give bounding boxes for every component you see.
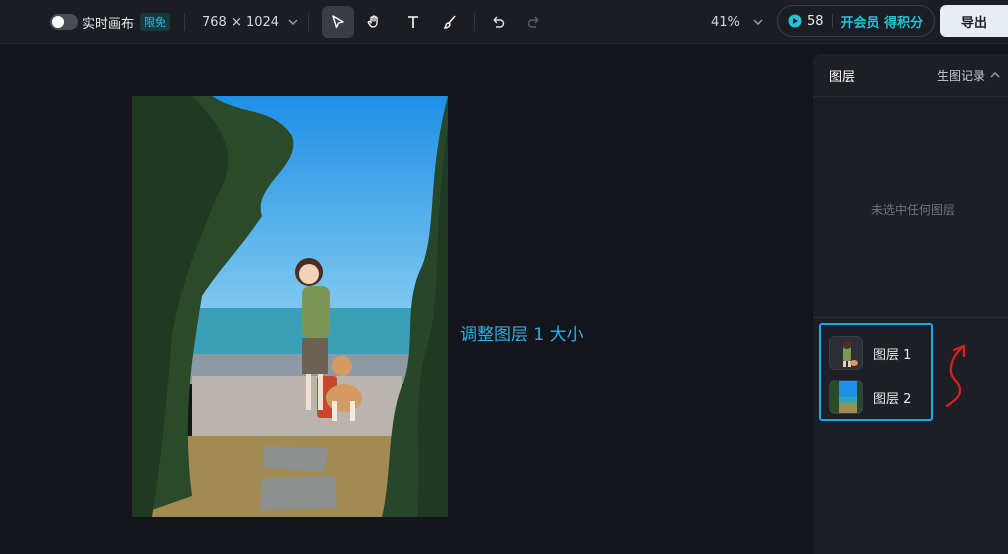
canvas-image[interactable]: [132, 96, 448, 517]
hand-tool-button[interactable]: [358, 6, 390, 38]
history-toggle[interactable]: 生图记录: [937, 67, 1001, 84]
panel-title: 图层: [829, 69, 856, 85]
layer-thumbnail: [829, 336, 863, 370]
zoom-value: 41%: [711, 14, 740, 30]
layer-item[interactable]: 图层 2: [829, 379, 929, 415]
toggle-switch[interactable]: [50, 14, 78, 30]
redo-button[interactable]: [518, 6, 550, 38]
text-tool-button[interactable]: [397, 6, 429, 38]
brush-tool-button[interactable]: [434, 6, 466, 38]
layer-list-highlight: 图层 1 图层 2: [819, 323, 933, 421]
chevron-down-icon: [288, 19, 298, 26]
redo-icon: [527, 16, 539, 28]
select-icon: [332, 15, 344, 29]
layer-thumbnail: [829, 380, 863, 414]
canvas-size-select[interactable]: 768 × 1024: [202, 12, 299, 32]
layers-panel: 图层 生图记录 未选中任何图层 图层 1 图层 2: [813, 54, 1008, 554]
undo-button[interactable]: [482, 6, 514, 38]
empty-layer-text: 未选中任何图层: [870, 203, 955, 217]
canvas-size-value: 768 × 1024: [202, 14, 280, 30]
toolbar-divider: [474, 13, 475, 31]
history-label: 生图记录: [936, 68, 985, 83]
brush-icon: [443, 15, 456, 29]
layer-name: 图层 1: [873, 347, 912, 363]
layer-name: 图层 2: [873, 391, 912, 407]
select-tool-button[interactable]: [322, 6, 354, 38]
panel-header: 图层 生图记录: [813, 54, 1008, 97]
credits-divider: [831, 14, 833, 28]
canvas-annotation-text: 调整图层 1 大小: [460, 325, 584, 345]
free-badge: 限免: [140, 13, 171, 31]
credits-pill[interactable]: 58 开会员 得积分: [777, 5, 935, 37]
vip-button[interactable]: 开会员 得积分: [841, 12, 924, 31]
export-button[interactable]: 导出: [940, 5, 1008, 37]
hand-icon: [367, 15, 378, 28]
credits-count: 58: [807, 13, 824, 29]
credit-coin-icon: [788, 14, 802, 28]
panel-divider: [813, 317, 1008, 318]
text-icon: [408, 16, 418, 28]
realtime-canvas-label: 实时画布: [82, 16, 135, 32]
zoom-select[interactable]: 41%: [711, 12, 764, 32]
undo-icon: [493, 16, 505, 28]
canvas-photo: [132, 96, 448, 517]
annotation-arrow: [945, 344, 966, 408]
chevron-down-icon: [753, 19, 763, 26]
layer-item[interactable]: 图层 1: [829, 335, 929, 371]
realtime-canvas-toggle[interactable]: 实时画布 限免: [50, 12, 171, 32]
chevron-up-icon: [990, 71, 1000, 78]
toolbar-divider: [308, 13, 309, 31]
top-toolbar: 实时画布 限免 768 × 1024 41% 58 开会员 得积分 导出: [0, 0, 1008, 44]
toolbar-divider: [184, 13, 185, 31]
